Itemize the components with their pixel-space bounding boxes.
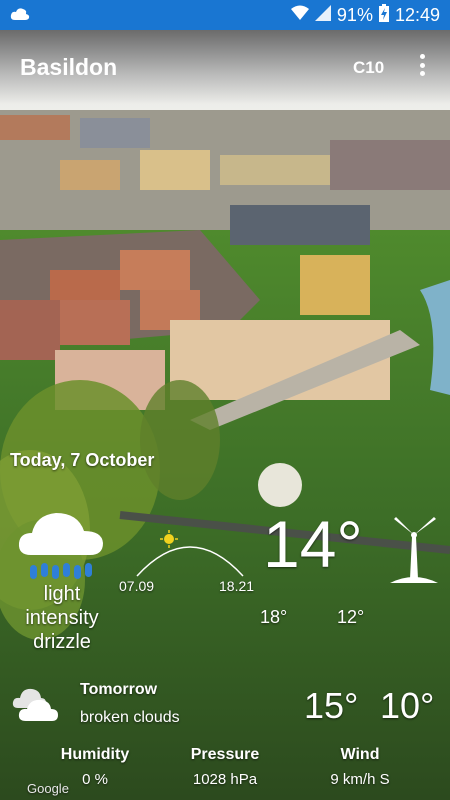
cloud-icon	[10, 5, 30, 26]
tomorrow-min-temp: 10°	[380, 685, 435, 726]
wifi-icon	[290, 5, 309, 26]
clock: 12:49	[394, 4, 440, 25]
pressure-value: 1028 hPa	[192, 771, 258, 788]
humidity-label: Humidity	[60, 746, 130, 763]
signal-icon	[314, 4, 331, 26]
app-bar: Basildon C10	[0, 30, 450, 104]
current-temperature: 14°	[263, 507, 363, 581]
today-min-temp: 12°	[337, 607, 365, 627]
wind-value: 9 km/h S	[330, 771, 390, 788]
today-max-temp: 18°	[260, 607, 288, 627]
sunrise-time: 07.09	[119, 578, 155, 594]
tomorrow-label: Tomorrow	[80, 681, 158, 698]
today-date: Today, 7 October	[10, 450, 155, 470]
location-title[interactable]: Basildon	[20, 54, 117, 81]
sunset-time: 18.21	[219, 578, 255, 594]
tomorrow-max-temp: 15°	[304, 685, 359, 726]
pressure-label: Pressure	[190, 746, 260, 763]
wind-turbine-icon	[388, 513, 440, 590]
battery-charging-icon	[378, 3, 389, 27]
status-bar: 91% 12:49	[0, 0, 450, 30]
background-photo	[0, 0, 450, 800]
battery-percent: 91%	[336, 4, 373, 25]
google-attribution[interactable]: Google	[27, 781, 69, 796]
drizzle-cloud-icon	[16, 503, 106, 590]
tomorrow-condition: broken clouds	[80, 709, 180, 726]
unit-button[interactable]: C10	[353, 58, 384, 78]
more-vert-icon[interactable]	[414, 52, 430, 78]
wind-label: Wind	[340, 746, 380, 763]
today-condition: light intensity drizzle	[25, 583, 99, 653]
sun-arc-icon	[135, 530, 245, 583]
broken-clouds-icon	[12, 684, 60, 729]
